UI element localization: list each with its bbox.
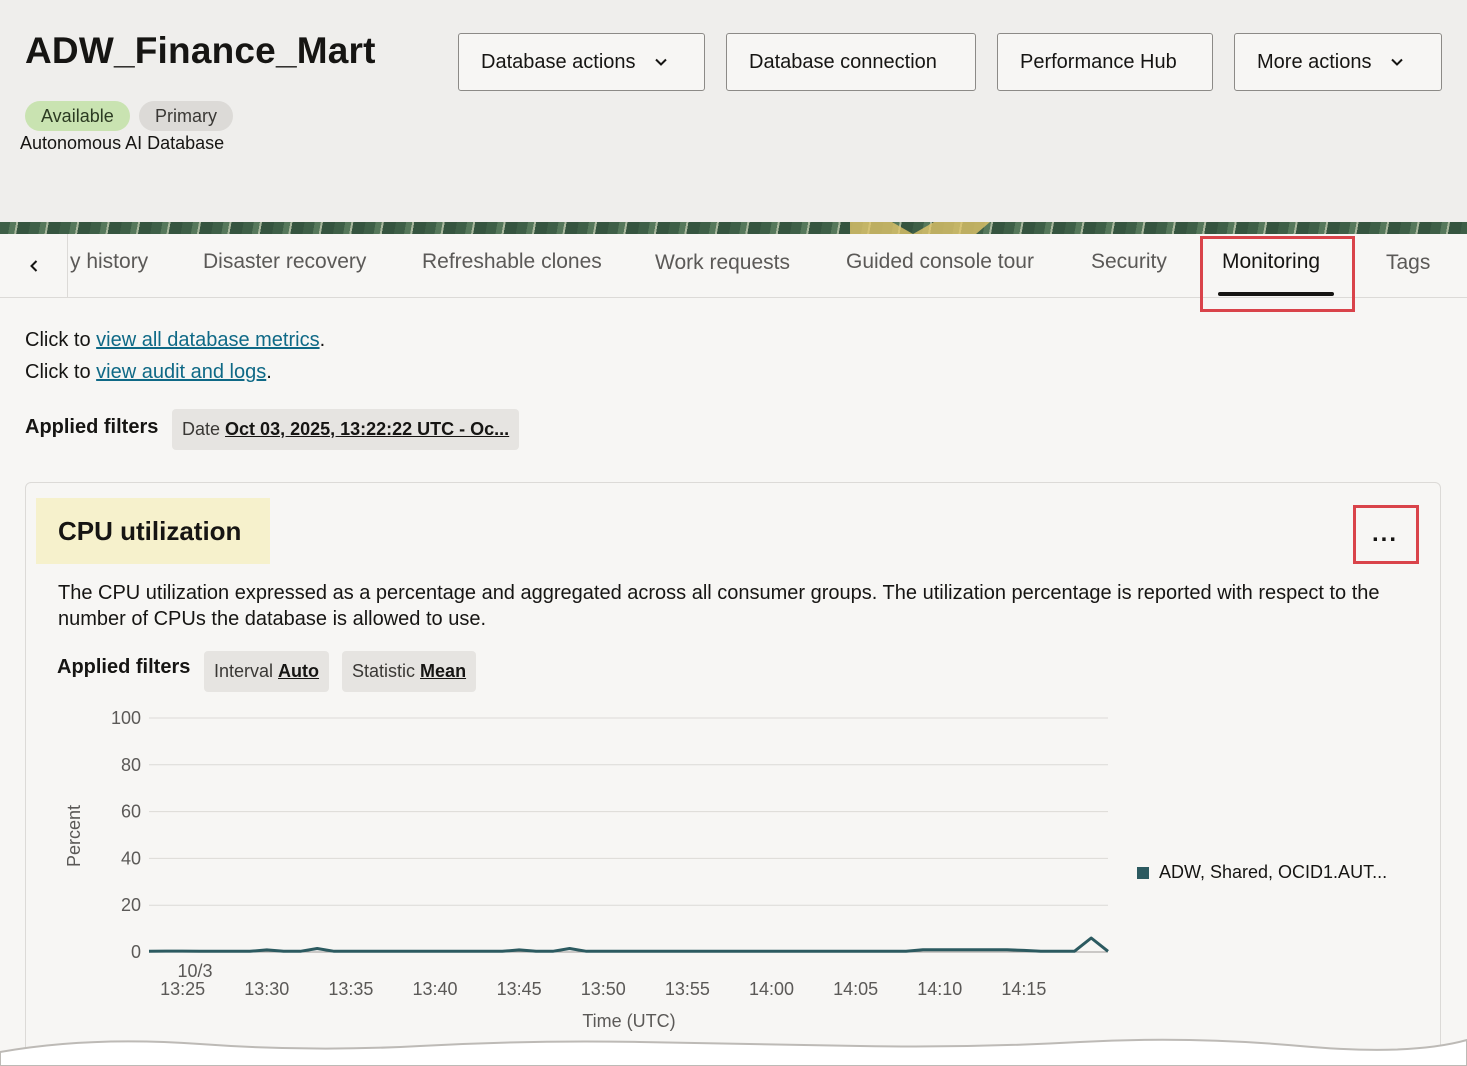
x-tick-label: 14:00	[749, 979, 794, 999]
legend-series-name: ADW, Shared, OCID1.AUT...	[1159, 862, 1388, 882]
x-axis-date-label: 10/3	[177, 961, 212, 981]
y-tick-label: 100	[111, 708, 141, 728]
cpu-utilization-chart: 020406080100 13:25 13:30 13:35 13:40 13:45 13…	[64, 708, 1109, 1031]
chart-gridlines	[149, 717, 1108, 953]
y-tick-label: 80	[121, 755, 141, 775]
y-tick-label: 20	[121, 895, 141, 915]
x-tick-label: 13:45	[497, 979, 542, 999]
y-tick-label: 60	[121, 802, 141, 822]
torn-edge-decoration	[0, 1038, 1467, 1066]
chart-series	[148, 936, 1109, 953]
chart-legend[interactable]: ADW, Shared, OCID1.AUT...	[1137, 862, 1387, 883]
y-tick-label: 0	[131, 942, 141, 962]
x-axis-label: Time (UTC)	[582, 1011, 675, 1031]
x-tick-label: 14:15	[1001, 979, 1046, 999]
chart-x-ticks: 13:25 13:30 13:35 13:40 13:45 13:50 13:55 14:00…	[160, 979, 1046, 999]
x-tick-label: 13:35	[328, 979, 373, 999]
x-tick-label: 13:25	[160, 979, 205, 999]
series-line-0[interactable]	[148, 936, 1109, 953]
y-tick-label: 40	[121, 848, 141, 868]
y-axis-label: Percent	[64, 805, 84, 867]
x-tick-label: 13:40	[412, 979, 457, 999]
x-tick-label: 14:05	[833, 979, 878, 999]
x-tick-label: 13:55	[665, 979, 710, 999]
x-tick-label: 14:10	[917, 979, 962, 999]
x-tick-label: 13:50	[581, 979, 626, 999]
legend-swatch	[1137, 866, 1149, 879]
chart-y-ticks: 0 20 40 60 80 100	[111, 708, 141, 962]
x-tick-label: 13:30	[244, 979, 289, 999]
